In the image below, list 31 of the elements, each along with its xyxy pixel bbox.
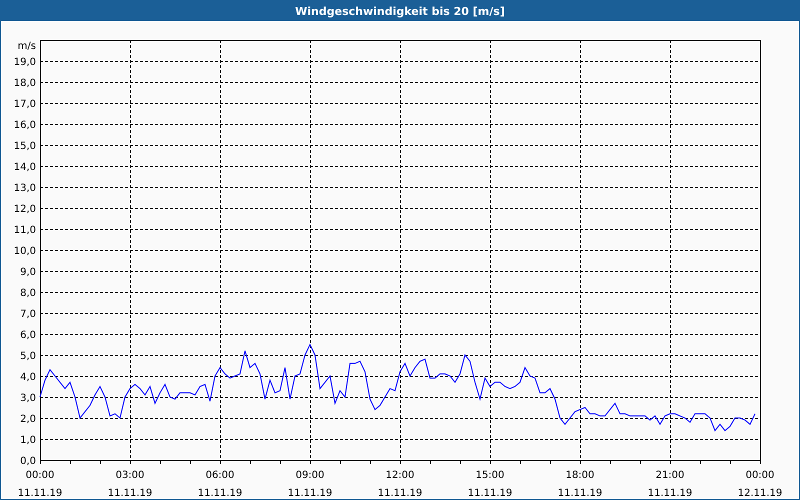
y-tick-label: 6,0 [20,330,36,341]
y-tick-label: 7,0 [20,309,36,320]
x-tick-label: 15:00 11.11.19 [468,470,512,498]
y-tick-label: 4,0 [20,372,36,383]
y-tick-label: 3,0 [20,393,36,404]
y-tick-label: 11,0 [14,225,36,236]
x-tick-label: 21:00 11.11.19 [648,470,692,498]
x-tick-label: 03:00 11.11.19 [108,470,152,498]
y-tick-label: 9,0 [20,267,36,278]
y-tick-label: 2,0 [20,414,36,425]
y-tick-label: 1,0 [20,435,36,446]
y-tick-label: 0,0 [20,456,36,467]
y-tick-label: 5,0 [20,351,36,362]
x-tick-label: 06:00 11.11.19 [198,470,242,498]
x-tick-label: 00:00 11.11.19 [18,470,62,498]
y-tick-label: 18,0 [14,78,36,89]
y-tick-label: 12,0 [14,204,36,215]
y-tick-label: 13,0 [14,183,36,194]
x-tick-label: 18:00 11.11.19 [558,470,602,498]
y-tick-label: 14,0 [14,162,36,173]
y-tick-label: 16,0 [14,120,36,131]
x-tick-label: 09:00 11.11.19 [288,470,332,498]
x-tick-label: 00:00 12.11.19 [738,470,782,498]
y-axis-unit: m/s [18,41,36,52]
y-tick-label: 15,0 [14,141,36,152]
y-tick-label: 17,0 [14,99,36,110]
x-tick-label: 12:00 11.11.19 [378,470,422,498]
y-tick-label: 19,0 [14,57,36,68]
y-tick-label: 10,0 [14,246,36,257]
window-title: Windgeschwindigkeit bis 20 [m/s] [295,4,505,18]
y-tick-label: 8,0 [20,288,36,299]
